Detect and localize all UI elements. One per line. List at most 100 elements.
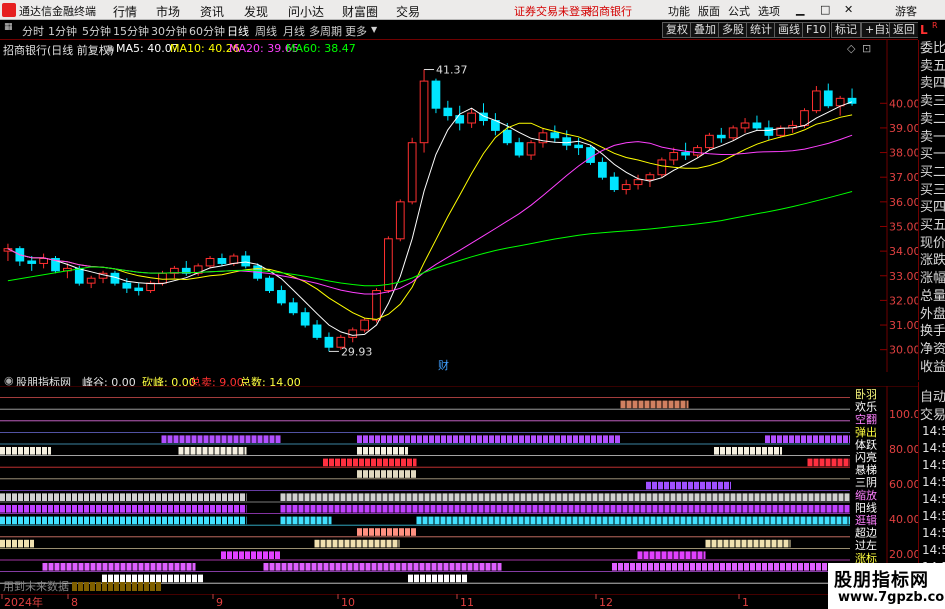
indicator-block xyxy=(666,563,671,571)
tab-period-timeshare[interactable]: 分时 xyxy=(22,23,44,39)
kline-chart[interactable]: 40.00 39.00 38.00 37.00 36.00 35.00 34.00 33.00… xyxy=(0,40,918,372)
candle-body xyxy=(526,142,536,156)
menu-item-ask[interactable]: 问小达 xyxy=(288,3,324,20)
indicator-block xyxy=(36,505,41,513)
indicator-block xyxy=(156,574,161,583)
indicator-block xyxy=(780,447,782,455)
candle-body xyxy=(752,122,762,129)
indicator-block xyxy=(144,563,150,571)
indicator-block xyxy=(42,505,47,513)
indicator-block xyxy=(280,493,286,501)
indicator-block xyxy=(428,516,434,525)
menu-layout[interactable]: 版面 xyxy=(698,3,720,19)
indicator-block xyxy=(750,563,755,571)
indicator-block xyxy=(573,435,578,443)
indicator-block xyxy=(60,505,65,513)
menu-item-discover[interactable]: 发现 xyxy=(244,3,268,20)
indicator-block xyxy=(768,447,773,455)
trade-time: 14:56 xyxy=(922,441,945,455)
tab-period-multi[interactable]: 多周期 xyxy=(309,23,342,39)
minimize-button[interactable]: ▁ xyxy=(796,3,804,16)
indicator-block xyxy=(507,435,512,443)
indicator-block xyxy=(407,458,412,467)
indicator-block xyxy=(425,563,431,571)
back-button[interactable]: 返回 xyxy=(889,22,919,38)
finance-marker: 财 xyxy=(438,358,449,372)
tab-period-daily[interactable]: 日线 xyxy=(227,23,249,39)
indicator-block xyxy=(460,505,466,513)
indicator-block xyxy=(114,563,120,571)
indicator-chart[interactable]: 卧羽欢乐空翻弹出体跃闪亮悬梯三阴缩放阳线逛辑超边过左涨标张场100.080.00… xyxy=(0,386,918,594)
indicator-block xyxy=(508,493,514,501)
guest-button[interactable]: 游客 xyxy=(895,3,917,19)
indicator-block xyxy=(174,563,180,571)
quote-field-label: 买五 xyxy=(920,218,945,233)
tab-period-30min[interactable]: 30分钟 xyxy=(151,23,187,39)
menu-item-market[interactable]: 市场 xyxy=(156,3,180,20)
indicator-block xyxy=(299,563,305,571)
indicator-block xyxy=(424,493,430,501)
indicator-block xyxy=(298,516,304,525)
overlay-button[interactable]: 叠加 xyxy=(690,22,720,38)
menu-formula[interactable]: 公式 xyxy=(728,3,750,19)
tab-period-60min[interactable]: 60分钟 xyxy=(189,23,225,39)
indicator-block xyxy=(460,493,466,501)
watermark: 股朋指标网 www.7gpzb.com xyxy=(828,563,945,609)
close-button[interactable]: ✕ xyxy=(844,3,853,16)
indicator-block xyxy=(620,400,626,409)
login-notice[interactable]: 证券交易未登录 xyxy=(514,3,591,19)
price-tick-label: 39.00 xyxy=(889,122,918,135)
indicator-block xyxy=(672,563,677,571)
indicator-block xyxy=(694,481,699,490)
indicator-block xyxy=(602,516,608,525)
more-dropdown-icon[interactable]: ▼ xyxy=(371,25,377,34)
statistics-button[interactable]: 统计 xyxy=(746,22,776,38)
menu-item-news[interactable]: 资讯 xyxy=(200,3,224,20)
indicator-block xyxy=(132,505,137,513)
menu-options[interactable]: 选项 xyxy=(758,3,780,19)
f10-button[interactable]: F10 xyxy=(802,22,831,38)
tab-period-1min[interactable]: 1分钟 xyxy=(48,23,77,39)
menu-item-quotes[interactable]: 行情 xyxy=(113,3,137,20)
indicator-block xyxy=(120,516,125,525)
indicator-block xyxy=(760,493,766,501)
menu-function[interactable]: 功能 xyxy=(668,3,690,19)
indicator-block xyxy=(96,505,101,513)
indicator-block xyxy=(353,563,359,571)
indicator-block xyxy=(54,505,59,513)
toolbar-menu-icon[interactable]: ▦ xyxy=(4,22,13,32)
indicator-block xyxy=(120,505,125,513)
indicator-block xyxy=(756,563,761,571)
indicator-block xyxy=(338,539,344,548)
menu-item-trade[interactable]: 交易 xyxy=(396,3,420,20)
tab-period-monthly[interactable]: 月线 xyxy=(283,23,305,39)
indicator-block xyxy=(12,447,17,455)
maximize-button[interactable]: □ xyxy=(820,3,830,16)
tab-period-5min[interactable]: 5分钟 xyxy=(82,23,111,39)
indicator-block xyxy=(411,470,416,478)
tab-period-15min[interactable]: 15分钟 xyxy=(113,23,149,39)
indicator-block xyxy=(753,539,759,548)
indicator-block xyxy=(393,447,398,455)
tab-period-weekly[interactable]: 周线 xyxy=(255,23,277,39)
indicator-block xyxy=(632,516,638,525)
chart-zoom-icon[interactable]: ⊡ xyxy=(862,42,871,55)
chart-settings-icon[interactable]: ◉ xyxy=(105,42,115,55)
menu-item-wealth-circle[interactable]: 财富圈 xyxy=(342,3,378,20)
indicator-block xyxy=(167,435,173,443)
indicator-block xyxy=(676,481,681,490)
chart-tool-icon[interactable]: ◇ xyxy=(847,42,855,55)
adjust-button[interactable]: 复权 xyxy=(662,22,692,38)
indicator-block xyxy=(538,493,544,501)
indicator-block xyxy=(340,493,346,501)
multi-stock-button[interactable]: 多股 xyxy=(718,22,748,38)
indicator-block xyxy=(417,435,422,443)
indicator-block xyxy=(407,563,413,571)
indicator-block xyxy=(138,516,143,525)
mark-button[interactable]: 标记 xyxy=(831,22,861,38)
draw-line-button[interactable]: 画线 xyxy=(774,22,804,38)
tab-period-more[interactable]: 更多 xyxy=(345,23,367,39)
indicator-block xyxy=(646,493,652,501)
indicator-block xyxy=(772,493,778,501)
indicator-block xyxy=(72,493,77,501)
